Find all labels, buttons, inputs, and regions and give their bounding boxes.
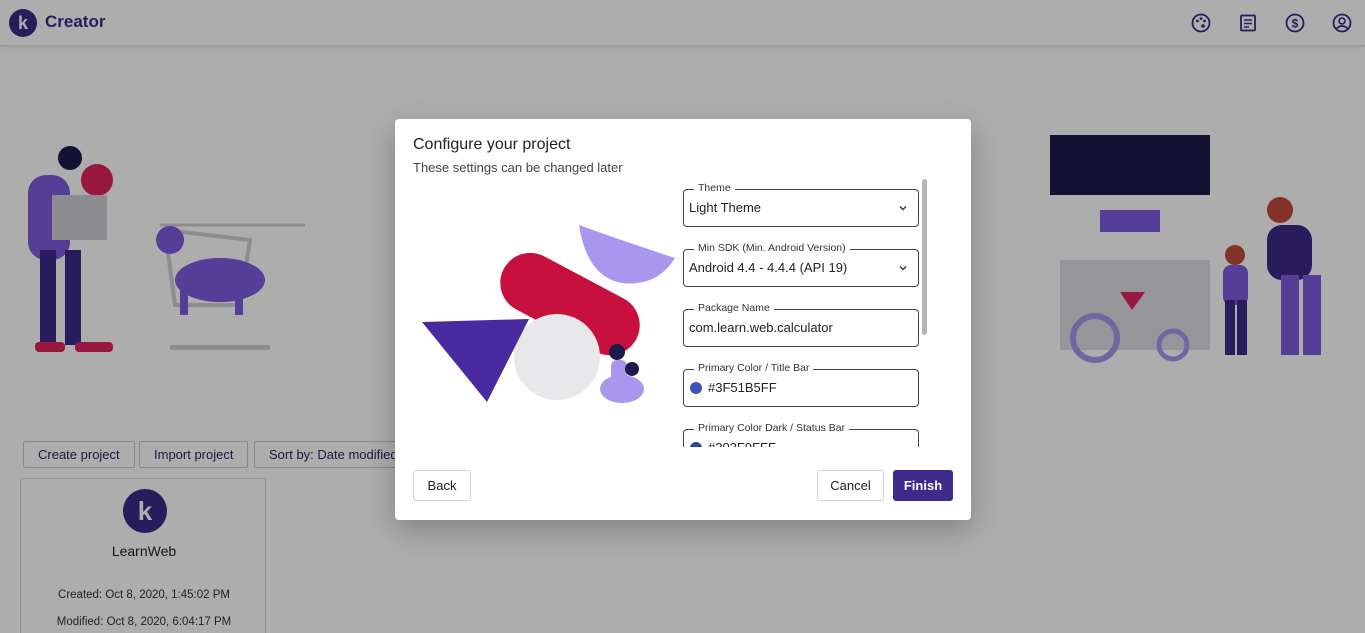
chevron-down-icon bbox=[899, 206, 907, 211]
package-name-input[interactable]: Package Name com.learn.web.calculator bbox=[683, 302, 919, 347]
package-name-label: Package Name bbox=[694, 302, 774, 314]
primary-color-dark-input[interactable]: Primary Color Dark / Status Bar #303F9FF… bbox=[683, 422, 919, 447]
primary-color-dark-label: Primary Color Dark / Status Bar bbox=[694, 422, 850, 434]
scrollbar-thumb[interactable] bbox=[922, 179, 927, 335]
primary-color-swatch[interactable] bbox=[690, 382, 702, 394]
chevron-down-icon bbox=[899, 266, 907, 271]
settings-form[interactable]: Theme Light Theme Min SDK (Min. Android … bbox=[683, 179, 929, 447]
cancel-button[interactable]: Cancel bbox=[817, 470, 884, 501]
configure-project-dialog: Configure your project These settings ca… bbox=[395, 119, 971, 520]
finish-button[interactable]: Finish bbox=[893, 470, 953, 501]
theme-select[interactable]: Theme Light Theme bbox=[683, 182, 919, 227]
primary-color-label: Primary Color / Title Bar bbox=[694, 362, 814, 374]
min-sdk-select[interactable]: Min SDK (Min. Android Version) Android 4… bbox=[683, 242, 919, 287]
back-button[interactable]: Back bbox=[413, 470, 471, 501]
min-sdk-value: Android 4.4 - 4.4.4 (API 19) bbox=[689, 260, 848, 275]
shapes-illustration bbox=[422, 225, 675, 403]
primary-color-dark-value: #303F9FFF bbox=[708, 440, 776, 447]
primary-color-dark-swatch[interactable] bbox=[690, 442, 702, 447]
theme-label: Theme bbox=[694, 182, 735, 194]
dialog-subtitle: These settings can be changed later bbox=[413, 160, 623, 175]
primary-color-value: #3F51B5FF bbox=[708, 380, 777, 395]
form-scrollbar[interactable] bbox=[922, 179, 927, 447]
primary-color-input[interactable]: Primary Color / Title Bar #3F51B5FF bbox=[683, 362, 919, 407]
min-sdk-label: Min SDK (Min. Android Version) bbox=[694, 242, 850, 254]
dialog-title: Configure your project bbox=[413, 136, 571, 153]
theme-value: Light Theme bbox=[689, 200, 762, 215]
package-name-value: com.learn.web.calculator bbox=[689, 320, 833, 335]
